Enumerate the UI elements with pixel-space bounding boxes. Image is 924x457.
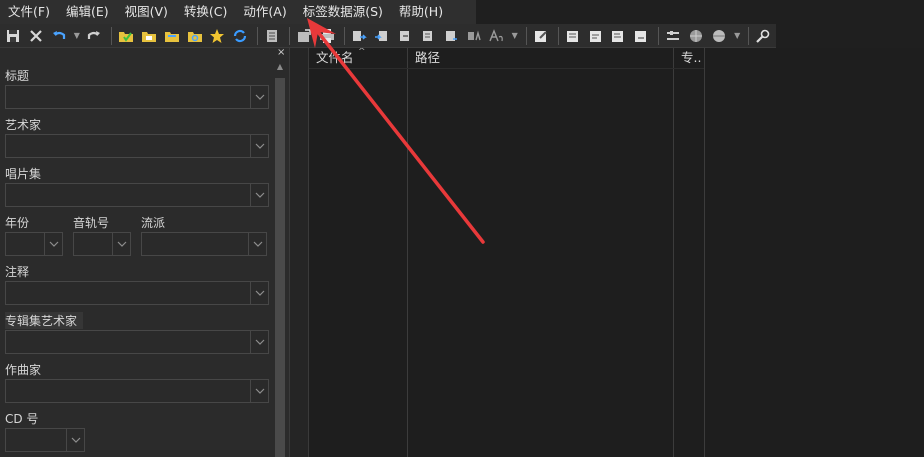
year-label: 年份: [5, 216, 30, 230]
track-combo[interactable]: [73, 232, 131, 256]
toolbar-separator: [557, 26, 559, 45]
comment-combo[interactable]: [5, 281, 269, 305]
menu-view[interactable]: 视图(V): [117, 0, 176, 24]
track-label: 音轨号: [73, 216, 110, 230]
menu-action[interactable]: 动作(A): [235, 0, 294, 24]
web-icon[interactable]: [686, 26, 706, 46]
sort-ascending-icon: ^: [358, 48, 366, 57]
header-divider: [309, 68, 704, 69]
column-path[interactable]: 路径: [408, 48, 673, 68]
composer-label: 作曲家: [5, 363, 42, 377]
chevron-down-icon[interactable]: [248, 233, 266, 255]
panel-splitter[interactable]: [289, 48, 309, 457]
save-icon[interactable]: [3, 26, 23, 46]
favorite-icon[interactable]: [207, 26, 227, 46]
menu-bar: 文件(F) 编辑(E) 视图(V) 转换(C) 动作(A) 标签数据源(S) 帮…: [0, 0, 924, 24]
tag-panel: × ▲ 标题 艺术家 唱片集 年份 音轨号 流派 注释 专辑集艺术家 作曲家 C…: [0, 48, 289, 457]
menu-convert[interactable]: 转换(C): [176, 0, 235, 24]
album-artist-label: 专辑集艺术家: [5, 312, 84, 329]
menu-bar-items: 文件(F) 编辑(E) 视图(V) 转换(C) 动作(A) 标签数据源(S) 帮…: [0, 0, 476, 24]
toolbar-buttons: ▼ ▼ ▼: [0, 24, 776, 48]
case-convert-icon[interactable]: [487, 26, 507, 46]
open-folder-icon[interactable]: [116, 26, 136, 46]
cd-combo[interactable]: [5, 428, 85, 452]
tag-sources-icon[interactable]: [563, 26, 583, 46]
toolbar-separator: [658, 26, 660, 45]
toolbar-separator: [525, 26, 527, 45]
print-icon[interactable]: [317, 26, 337, 46]
chevron-down-icon[interactable]: [250, 86, 268, 108]
genre-label: 流派: [141, 216, 166, 230]
chevron-down-icon[interactable]: [44, 233, 62, 255]
album-artist-combo[interactable]: [5, 330, 269, 354]
toolbar: ▼ ▼ ▼: [0, 24, 924, 48]
scroll-up-icon[interactable]: ▲: [273, 60, 287, 74]
redo-icon[interactable]: [84, 26, 104, 46]
column-filename-label: 文件名: [316, 50, 354, 65]
filename-to-tag-icon[interactable]: [372, 26, 392, 46]
column-divider[interactable]: [673, 48, 674, 457]
menu-file[interactable]: 文件(F): [0, 0, 58, 24]
title-combo[interactable]: [5, 85, 269, 109]
artist-label: 艺术家: [5, 118, 42, 132]
folder-import-icon[interactable]: [139, 26, 159, 46]
undo-dropdown-icon[interactable]: ▼: [72, 26, 82, 46]
menu-edit[interactable]: 编辑(E): [58, 0, 117, 24]
title-label: 标题: [5, 69, 30, 83]
close-icon[interactable]: ×: [277, 48, 287, 58]
year-combo[interactable]: [5, 232, 63, 256]
file-list[interactable]: 文件名 ^ 路径 专..: [309, 48, 924, 457]
toolbar-separator: [257, 26, 259, 45]
folder-playlist-icon[interactable]: [162, 26, 182, 46]
chevron-down-icon[interactable]: [66, 429, 84, 451]
toolbar-separator: [748, 26, 750, 45]
tag-sources-2-icon[interactable]: [586, 26, 606, 46]
chevron-down-icon[interactable]: [112, 233, 130, 255]
column-filename[interactable]: 文件名 ^: [309, 48, 407, 68]
globe-icon[interactable]: [709, 26, 729, 46]
delete-icon[interactable]: [26, 26, 46, 46]
edit-tag-icon[interactable]: [531, 26, 551, 46]
undo-icon[interactable]: [49, 26, 69, 46]
tag-sources-3-icon[interactable]: [609, 26, 629, 46]
chevron-down-icon[interactable]: [250, 184, 268, 206]
tools-icon[interactable]: [753, 26, 773, 46]
text-file-to-tag-icon[interactable]: [418, 26, 438, 46]
album-combo[interactable]: [5, 183, 269, 207]
list-icon[interactable]: [262, 26, 282, 46]
column-album[interactable]: 专..: [674, 48, 704, 68]
composer-combo[interactable]: [5, 379, 269, 403]
scrollbar-thumb[interactable]: [275, 78, 285, 457]
chevron-down-icon[interactable]: [250, 380, 268, 402]
comment-label: 注释: [5, 265, 30, 279]
toolbar-separator: [344, 26, 346, 45]
folder-to-tag-icon[interactable]: [441, 26, 461, 46]
folder-refresh-icon[interactable]: [185, 26, 205, 46]
column-divider[interactable]: [407, 48, 408, 457]
replace-icon[interactable]: [464, 26, 484, 46]
panel-scrollbar[interactable]: ▲: [273, 60, 287, 457]
column-path-label: 路径: [415, 50, 441, 65]
chevron-down-icon[interactable]: [250, 282, 268, 304]
cd-label: CD 号: [5, 412, 39, 426]
column-divider[interactable]: [704, 48, 705, 457]
mixer-icon[interactable]: [663, 26, 683, 46]
menu-help[interactable]: 帮助(H): [391, 0, 451, 24]
chevron-down-icon[interactable]: [250, 331, 268, 353]
tag-to-tag-icon[interactable]: [395, 26, 415, 46]
export-icon[interactable]: [294, 26, 314, 46]
sync-icon[interactable]: [230, 26, 250, 46]
chevron-down-icon[interactable]: [250, 135, 268, 157]
album-label: 唱片集: [5, 167, 42, 181]
toolbar-separator: [110, 26, 112, 45]
genre-combo[interactable]: [141, 232, 267, 256]
toolbar-separator: [289, 26, 291, 45]
tag-to-filename-icon[interactable]: [349, 26, 369, 46]
artist-combo[interactable]: [5, 134, 269, 158]
case-dropdown-icon[interactable]: ▼: [510, 26, 520, 46]
column-album-label: 专..: [681, 50, 702, 65]
globe-dropdown-icon[interactable]: ▼: [732, 26, 742, 46]
tag-sources-4-icon[interactable]: [631, 26, 651, 46]
menu-tag-sources[interactable]: 标签数据源(S): [295, 0, 391, 24]
